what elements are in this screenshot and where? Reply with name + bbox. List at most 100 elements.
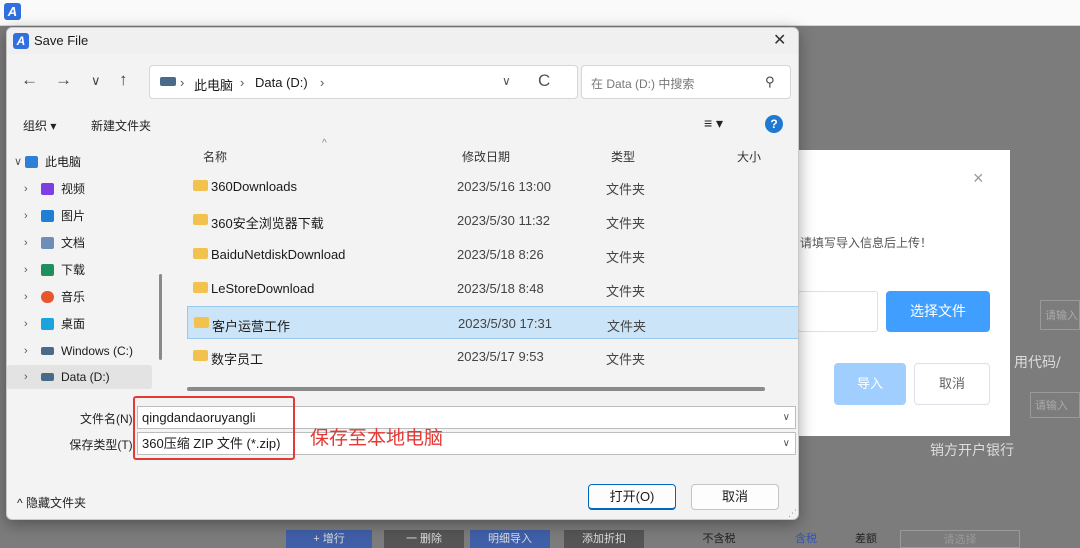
background-input-1[interactable]: 请输入 bbox=[1040, 300, 1080, 330]
file-row[interactable]: LeStoreDownload 2023/5/18 8:48 文件夹 bbox=[187, 272, 798, 305]
chevron-right-icon[interactable]: › bbox=[24, 231, 28, 255]
import-button[interactable]: 导入 bbox=[834, 363, 906, 405]
no-tax-radio[interactable]: 不含税 bbox=[696, 530, 742, 548]
file-modified: 2023/5/18 8:48 bbox=[457, 281, 544, 296]
resize-grip-icon[interactable]: ⋰ bbox=[788, 508, 797, 519]
background-cancel-button[interactable]: 取消 bbox=[914, 363, 990, 405]
file-list-header: ^ 名称 修改日期 类型 大小 bbox=[175, 138, 798, 170]
cancel-button[interactable]: 取消 bbox=[691, 484, 779, 510]
help-icon[interactable]: ? bbox=[765, 115, 783, 133]
with-tax-radio[interactable]: 含税 bbox=[776, 530, 836, 548]
add-discount-button[interactable]: 添加折扣 bbox=[564, 530, 644, 548]
add-row-button[interactable]: + 增行 bbox=[286, 530, 372, 548]
hide-folders-toggle[interactable]: ^ 隐藏文件夹 bbox=[17, 494, 86, 511]
dialog-toolbar: 组织 ▾ 新建文件夹 ≡ ▾ ? bbox=[7, 110, 798, 140]
diff-select[interactable]: 请选择 bbox=[900, 530, 1020, 548]
view-options-icon[interactable]: ≡ ▾ bbox=[704, 115, 723, 132]
sidebar-item-data-d[interactable]: › Data (D:) bbox=[7, 365, 152, 389]
sidebar-item-label: 视频 bbox=[61, 182, 86, 196]
column-modified[interactable]: 修改日期 bbox=[462, 148, 510, 165]
search-placeholder: 在 Data (D:) 中搜索 bbox=[591, 77, 695, 91]
sidebar-item-music[interactable]: › 音乐 bbox=[7, 285, 152, 309]
chevron-down-icon[interactable]: ∨ bbox=[783, 407, 790, 428]
app-logo-icon: A bbox=[4, 3, 21, 20]
sidebar-item-windows-c[interactable]: › Windows (C:) bbox=[7, 339, 152, 363]
file-type: 文件夹 bbox=[606, 250, 646, 265]
organize-menu[interactable]: 组织 ▾ bbox=[23, 117, 56, 134]
sidebar-item-label: Data (D:) bbox=[61, 370, 110, 384]
recent-locations-icon[interactable]: ∨ bbox=[91, 73, 101, 89]
delete-row-button[interactable]: 一 删除 bbox=[384, 530, 464, 548]
sidebar-item-label: 下载 bbox=[61, 263, 86, 277]
folder-icon bbox=[193, 248, 208, 259]
sort-caret-icon: ^ bbox=[322, 138, 327, 149]
breadcrumb-data-d[interactable]: Data (D:) bbox=[255, 75, 308, 90]
background-file-input[interactable] bbox=[798, 291, 878, 332]
file-name: BaiduNetdiskDownload bbox=[211, 247, 346, 262]
filename-label: 文件名(N): bbox=[80, 412, 136, 426]
drive-icon bbox=[160, 77, 176, 86]
new-folder-button[interactable]: 新建文件夹 bbox=[91, 117, 151, 134]
open-button[interactable]: 打开(O) bbox=[588, 484, 676, 510]
annotation-highlight-box bbox=[133, 396, 295, 460]
detail-import-button[interactable]: 明细导入 bbox=[470, 530, 550, 548]
sidebar-item-documents[interactable]: › 文档 bbox=[7, 231, 152, 255]
dialog-close-icon[interactable]: ✕ bbox=[773, 30, 786, 50]
file-name: LeStoreDownload bbox=[211, 281, 315, 296]
file-modified: 2023/5/17 9:53 bbox=[457, 349, 544, 364]
file-type: 文件夹 bbox=[606, 182, 646, 197]
file-row-selected[interactable]: 客户运营工作 2023/5/30 17:31 文件夹 bbox=[187, 306, 798, 339]
background-input-2[interactable]: 请输入 bbox=[1030, 392, 1080, 418]
chevron-right-icon[interactable]: › bbox=[24, 204, 28, 228]
file-name: 360Downloads bbox=[211, 179, 298, 194]
address-bar[interactable]: › 此电脑 › Data (D:) › ∨ C bbox=[149, 65, 578, 99]
background-credit-code-label: 用代码/ bbox=[1014, 355, 1061, 371]
sidebar-item-this-pc[interactable]: ∨ 此电脑 bbox=[7, 150, 152, 174]
column-name[interactable]: 名称 bbox=[203, 148, 227, 165]
folder-icon bbox=[194, 317, 209, 328]
chevron-right-icon[interactable]: › bbox=[24, 339, 28, 363]
back-arrow-icon[interactable]: ← bbox=[21, 70, 38, 90]
drive-d-icon bbox=[41, 373, 54, 381]
search-icon[interactable]: ⚲ bbox=[765, 74, 775, 90]
folder-icon bbox=[193, 180, 208, 191]
chevron-right-icon[interactable]: › bbox=[24, 312, 28, 336]
sidebar-item-pictures[interactable]: › 图片 bbox=[7, 204, 152, 228]
column-size[interactable]: 大小 bbox=[737, 148, 761, 165]
forward-arrow-icon[interactable]: → bbox=[55, 70, 72, 90]
refresh-icon[interactable]: C bbox=[538, 71, 550, 91]
file-modified: 2023/5/30 11:32 bbox=[457, 213, 551, 228]
background-modal-close-icon[interactable]: × bbox=[973, 168, 984, 189]
select-file-button[interactable]: 选择文件 bbox=[886, 291, 990, 332]
sidebar-item-label: 图片 bbox=[61, 209, 86, 223]
file-row[interactable]: 数字员工 2023/5/17 9:53 文件夹 bbox=[187, 340, 798, 373]
expand-chevron-icon[interactable]: ∨ bbox=[14, 150, 22, 174]
sidebar-item-downloads[interactable]: › 下载 bbox=[7, 258, 152, 282]
navigation-pane: ∨ 此电脑 › 视频 › 图片 › 文档 › 下载 › 音乐 › 桌面 › Wi… bbox=[7, 142, 157, 392]
navigation-scrollbar[interactable] bbox=[159, 274, 162, 360]
pc-icon bbox=[25, 156, 38, 168]
chevron-right-icon[interactable]: › bbox=[24, 258, 28, 282]
chevron-down-icon[interactable]: ∨ bbox=[783, 433, 790, 454]
chevron-right-icon[interactable]: › bbox=[24, 365, 28, 389]
sidebar-item-desktop[interactable]: › 桌面 bbox=[7, 312, 152, 336]
file-row[interactable]: 360安全浏览器下载 2023/5/30 11:32 文件夹 bbox=[187, 204, 798, 237]
file-type: 文件夹 bbox=[606, 352, 646, 367]
file-name: 客户运营工作 bbox=[212, 319, 291, 334]
up-arrow-icon[interactable]: ↑ bbox=[119, 70, 128, 90]
file-row[interactable]: BaiduNetdiskDownload 2023/5/18 8:26 文件夹 bbox=[187, 238, 798, 271]
column-type[interactable]: 类型 bbox=[611, 148, 635, 165]
sidebar-item-label: 此电脑 bbox=[45, 155, 82, 169]
file-list-horizontal-scrollbar[interactable] bbox=[187, 387, 765, 391]
desktop-icon bbox=[41, 318, 54, 330]
search-box[interactable]: 在 Data (D:) 中搜索 ⚲ bbox=[581, 65, 791, 99]
breadcrumb-this-pc[interactable]: 此电脑 bbox=[194, 75, 233, 94]
address-dropdown-icon[interactable]: ∨ bbox=[502, 74, 511, 88]
file-row[interactable]: 360Downloads 2023/5/16 13:00 文件夹 bbox=[187, 170, 798, 203]
chevron-right-icon[interactable]: › bbox=[24, 285, 28, 309]
sidebar-item-videos[interactable]: › 视频 bbox=[7, 177, 152, 201]
chevron-right-icon[interactable]: › bbox=[24, 177, 28, 201]
sidebar-item-label: Windows (C:) bbox=[61, 344, 134, 358]
folder-icon bbox=[193, 214, 208, 225]
navigation-bar: ← → ∨ ↑ › 此电脑 › Data (D:) › ∨ C 在 Data (… bbox=[7, 60, 798, 100]
